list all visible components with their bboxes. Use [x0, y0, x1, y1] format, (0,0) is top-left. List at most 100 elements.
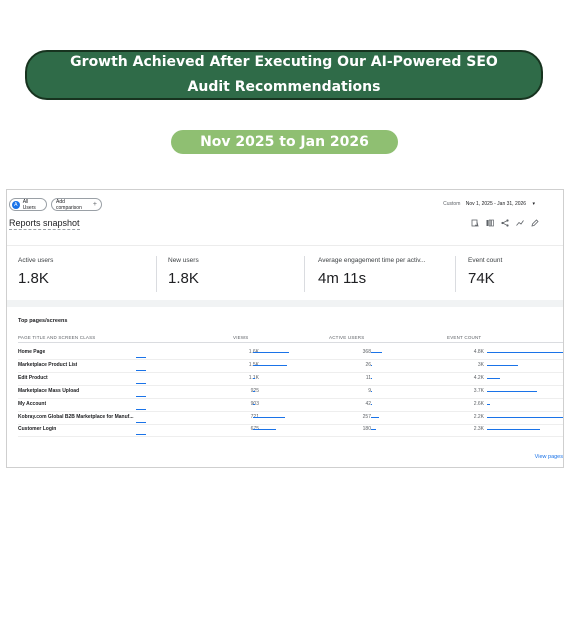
headline-banner: Growth Achieved After Executing Our AI-P…	[25, 50, 543, 100]
table-row[interactable]: Customer Login6751802.3K	[18, 424, 563, 438]
metric-engagement-time[interactable]: Average engagement time per activ... 4m …	[318, 257, 425, 293]
event-count-bar	[487, 429, 541, 431]
metric-label: Active users	[18, 257, 54, 264]
divider	[455, 256, 456, 292]
page-title-cell[interactable]: Kobray.com Global B2B Marketplace for Ma…	[18, 414, 134, 420]
active-users-bar	[371, 403, 373, 405]
views-cell: 925	[250, 387, 259, 394]
row-marker	[136, 357, 146, 358]
metrics-row: Active users 1.8K New users 1.8K Average…	[7, 245, 563, 301]
active-users-cell: 180	[362, 426, 371, 433]
views-bar	[253, 377, 255, 379]
header-event-count[interactable]: EVENT COUNT	[447, 335, 481, 340]
all-users-label: All Users	[22, 198, 36, 211]
active-users-bar	[371, 352, 382, 353]
header-divider	[18, 342, 563, 343]
date-range-picker[interactable]: Custom Nov 1, 2025 - Jan 31, 2026 ▾	[443, 201, 535, 207]
event-count-bar	[487, 377, 501, 379]
table-row[interactable]: Marketplace Mass Upload 925 9 3.7K	[18, 386, 563, 399]
metric-value: 74K	[468, 270, 495, 287]
page-title-cell[interactable]: Home Page	[18, 349, 45, 355]
views-bar	[253, 429, 277, 431]
metric-event-count[interactable]: Event count 74K	[468, 257, 502, 293]
headline-text: Growth Achieved After Executing Our AI-P…	[70, 54, 498, 95]
table-row[interactable]: Home Page1.6K3684.8K	[18, 347, 563, 360]
header-page-title[interactable]: PAGE TITLE AND SCREEN CLASS	[18, 335, 96, 340]
user-avatar-icon: A	[12, 200, 20, 209]
views-bar	[253, 390, 255, 392]
table-row[interactable]: Edit Product1.1K114.2K	[18, 373, 563, 386]
header-views[interactable]: VIEWS	[233, 335, 249, 340]
metric-value: 1.8K	[18, 270, 49, 287]
page-title-cell[interactable]: My Account	[18, 401, 46, 407]
customize-icon[interactable]	[486, 219, 494, 227]
event-count-cell: 4.2K	[473, 374, 484, 381]
event-count-bar	[487, 416, 563, 418]
row-marker	[136, 395, 146, 397]
compare-icon[interactable]	[471, 219, 479, 227]
date-custom-label: Custom	[443, 201, 461, 207]
row-marker	[136, 434, 146, 436]
views-bar	[253, 416, 286, 418]
table-row[interactable]: Marketplace Product List1.5K263K	[18, 360, 563, 373]
event-count-bar	[487, 403, 491, 405]
report-toolbar	[471, 219, 539, 227]
edit-icon[interactable]	[531, 219, 539, 227]
active-users-bar	[371, 377, 372, 379]
page-title: Reports snapshot	[9, 218, 80, 230]
row-marker	[136, 382, 146, 384]
add-comparison-button[interactable]: Add comparison +	[51, 198, 102, 211]
event-count-cell: 3K	[477, 361, 484, 368]
table-title: Top pages/screens	[18, 318, 68, 324]
page-title-cell[interactable]: Marketplace Product List	[18, 362, 77, 368]
views-cell: 903	[250, 400, 259, 407]
analytics-screenshot: A All Users Add comparison + Custom Nov …	[6, 189, 564, 468]
active-users-cell: 368	[362, 349, 371, 355]
divider	[304, 256, 305, 292]
metric-label: Event count	[468, 257, 503, 264]
header-active-users[interactable]: ACTIVE USERS	[329, 335, 364, 340]
plus-icon: +	[92, 201, 97, 208]
row-marker	[136, 369, 146, 371]
page-title-cell[interactable]: Edit Product	[18, 375, 48, 381]
event-count-cell: 2.3K	[473, 426, 484, 433]
section-gap	[7, 300, 563, 307]
divider	[156, 256, 157, 292]
table-row[interactable]: Kobray.com Global B2B Marketplace for Ma…	[18, 412, 563, 425]
metric-label: New users	[168, 257, 199, 264]
share-icon[interactable]	[501, 219, 509, 227]
metric-value: 4m 11s	[318, 270, 367, 287]
add-comparison-label: Add comparison	[56, 198, 82, 211]
all-users-chip[interactable]: A All Users	[9, 198, 47, 211]
active-users-bar	[371, 416, 379, 418]
date-range-pill: Nov 2025 to Jan 2026	[171, 130, 398, 154]
date-range-text: Nov 2025 to Jan 2026	[200, 134, 369, 150]
active-users-bar	[371, 364, 372, 366]
analytics-topbar: A All Users Add comparison + Custom Nov …	[7, 190, 563, 218]
row-marker	[136, 408, 146, 410]
view-pages-link[interactable]: View pages	[535, 454, 563, 460]
views-bar	[253, 364, 287, 366]
page-title-cell[interactable]: Customer Login	[18, 426, 56, 432]
active-users-bar	[371, 429, 377, 431]
chevron-down-icon: ▾	[532, 201, 535, 207]
metric-active-users[interactable]: Active users 1.8K	[18, 257, 53, 293]
event-count-bar	[487, 364, 519, 366]
date-range-value: Nov 1, 2025 - Jan 31, 2026	[465, 201, 527, 207]
metric-label: Average engagement time per activ...	[318, 257, 426, 264]
metric-value: 1.8K	[168, 270, 199, 287]
event-count-cell: 2.2K	[473, 413, 484, 420]
event-count-bar	[487, 352, 563, 353]
insights-icon[interactable]	[516, 219, 524, 227]
event-count-cell: 3.7K	[473, 387, 484, 394]
metric-new-users[interactable]: New users 1.8K	[168, 257, 199, 293]
views-bar	[253, 403, 255, 405]
page-title-cell[interactable]: Marketplace Mass Upload	[18, 388, 79, 394]
event-count-bar	[487, 390, 537, 392]
row-marker	[136, 421, 146, 423]
event-count-cell: 4.8K	[473, 349, 484, 355]
active-users-bar	[371, 390, 372, 392]
views-bar	[253, 352, 289, 353]
table-row[interactable]: My Account 903 42 2.6K	[18, 399, 563, 412]
event-count-cell: 2.6K	[473, 400, 484, 407]
